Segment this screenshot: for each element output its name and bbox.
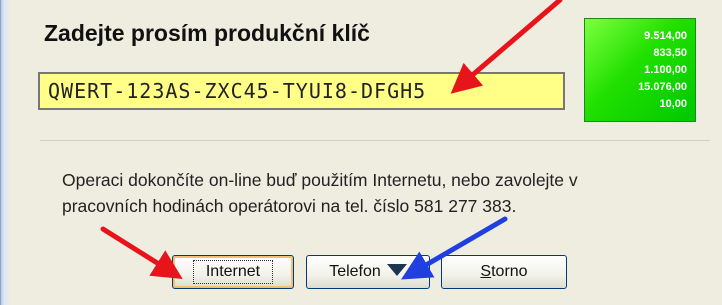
instructions-text: Operaci dokončíte on-line buď použitím I… [62, 167, 682, 219]
window-left-edge [0, 0, 15, 305]
instructions-line-2: pracovních hodinách operátorovi na tel. … [62, 196, 517, 216]
product-key-input[interactable] [40, 74, 563, 108]
red-arrow-bottom [100, 226, 183, 279]
telefon-button-label: Telefon [329, 263, 381, 280]
panel-value: 9.514,00 [644, 30, 687, 42]
numbers-panel-image: 9.514,00 833,50 1.100,00 15.076,00 10,00 [584, 18, 696, 122]
panel-value: 15.076,00 [638, 81, 687, 93]
storno-button-label: Storno [480, 263, 528, 280]
dialog-title: Zadejte prosím produkční klíč [44, 20, 370, 46]
dialog-window: Zadejte prosím produkční klíč 9.514,00 8… [0, 0, 722, 305]
panel-value: 10,00 [659, 98, 687, 110]
internet-button[interactable]: Internet [172, 255, 294, 289]
panel-value: 1.100,00 [644, 64, 687, 76]
internet-button-label: Internet [192, 260, 274, 284]
storno-button[interactable]: Storno [441, 255, 567, 289]
telefon-dropdown-button[interactable]: Telefon [306, 255, 430, 289]
triangle-down-icon [386, 263, 407, 281]
product-key-field[interactable] [38, 72, 565, 110]
instructions-line-1: Operaci dokončíte on-line buď použitím I… [62, 170, 578, 190]
section-divider [40, 140, 710, 141]
panel-value: 833,50 [653, 47, 687, 59]
